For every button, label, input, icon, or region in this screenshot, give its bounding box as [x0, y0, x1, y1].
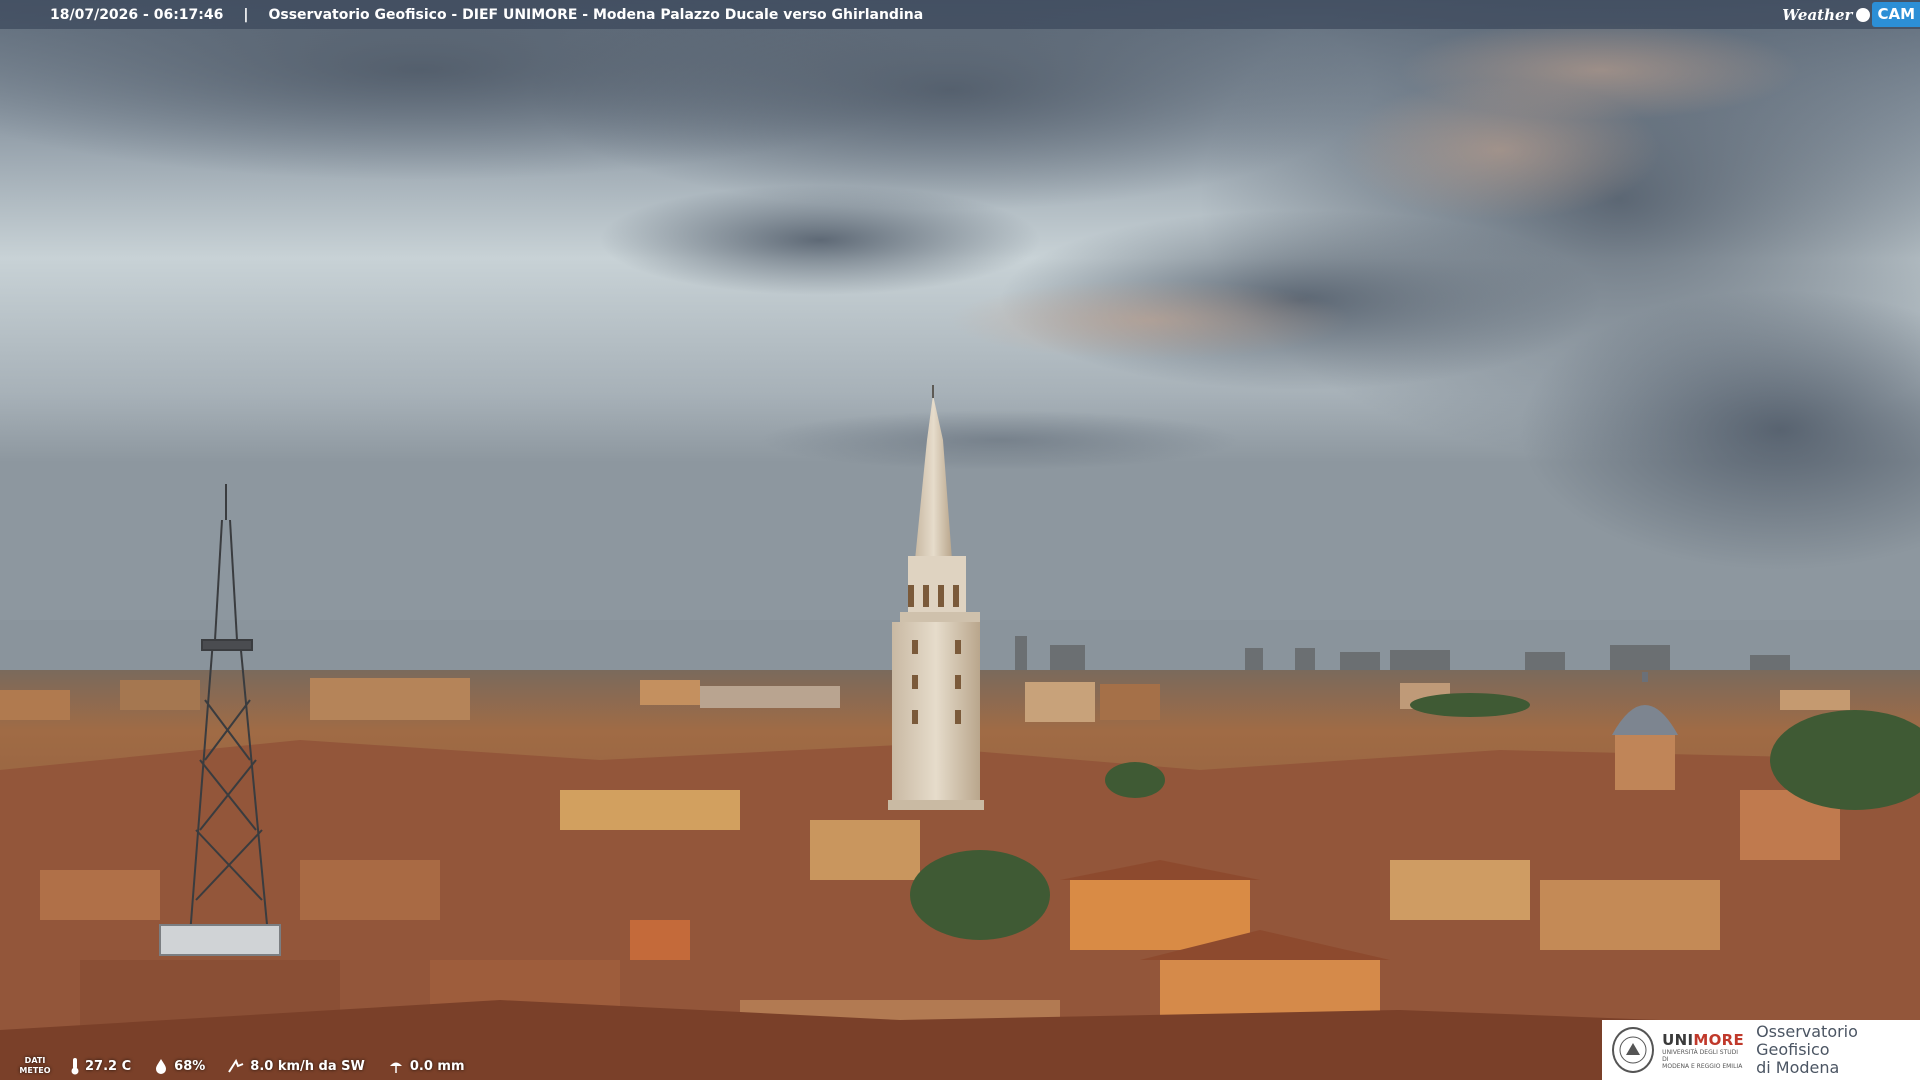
- weather-data-bar: DATI METEO 27.2 C 68% 8.0 km/h da SW 0.0…: [0, 1052, 540, 1080]
- weathercam-dot-icon: [1856, 7, 1871, 22]
- university-subtitle-1: UNIVERSITÀ DEGLI STUDI DI: [1662, 1048, 1739, 1063]
- camera-title: Osservatorio Geofisico - DIEF UNIMORE - …: [268, 6, 924, 23]
- wind-reading: 8.0 km/h da SW: [227, 1058, 365, 1074]
- unimore-banner: UNIMORE UNIVERSITÀ DEGLI STUDI DI MODENA…: [1602, 1020, 1920, 1080]
- university-name-prefix: UNI: [1662, 1030, 1694, 1049]
- webcam-header-bar: 18/07/2026 - 06:17:46 | Osservatorio Geo…: [0, 0, 1920, 29]
- rain-icon: [389, 1062, 402, 1073]
- wind-value: 8.0 km/h da SW: [250, 1058, 365, 1074]
- temperature-value: 27.2 C: [85, 1058, 132, 1074]
- weather-label: DATI METEO: [0, 1056, 70, 1076]
- observatory-name: Osservatorio Geofisico di Modena: [1756, 1023, 1920, 1077]
- humidity-drop-icon: [156, 1059, 167, 1074]
- header-separator: |: [243, 6, 249, 23]
- rain-value: 0.0 mm: [409, 1058, 465, 1074]
- weather-label-line1: DATI: [24, 1056, 46, 1065]
- observatory-line2: di Modena: [1756, 1058, 1840, 1077]
- humidity-reading: 68%: [153, 1058, 205, 1074]
- university-name: UNIMORE: [1662, 1031, 1744, 1049]
- university-subtitle-2: MODENA E REGGIO EMILIA: [1662, 1062, 1743, 1070]
- weathercam-logo-text: Weather: [1782, 5, 1853, 24]
- timestamp: 18/07/2026 - 06:17:46: [50, 6, 224, 23]
- university-seal-icon: [1612, 1027, 1655, 1073]
- temperature-reading: 27.2 C: [70, 1057, 131, 1075]
- weathercam-logo: Weather CAM: [1782, 0, 1920, 29]
- wind-icon: [228, 1058, 244, 1073]
- humidity-value: 68%: [174, 1058, 206, 1074]
- observatory-line1: Osservatorio Geofisico: [1756, 1022, 1858, 1059]
- weathercam-logo-cam: CAM: [1872, 2, 1920, 27]
- rain-reading: 0.0 mm: [387, 1058, 465, 1074]
- thermometer-icon: [71, 1058, 79, 1075]
- university-name-block: UNIMORE UNIVERSITÀ DEGLI STUDI DI MODENA…: [1662, 1031, 1744, 1070]
- webcam-scene: [0, 0, 1920, 1080]
- university-name-suffix: MORE: [1693, 1030, 1745, 1049]
- weather-label-line2: METEO: [19, 1066, 51, 1075]
